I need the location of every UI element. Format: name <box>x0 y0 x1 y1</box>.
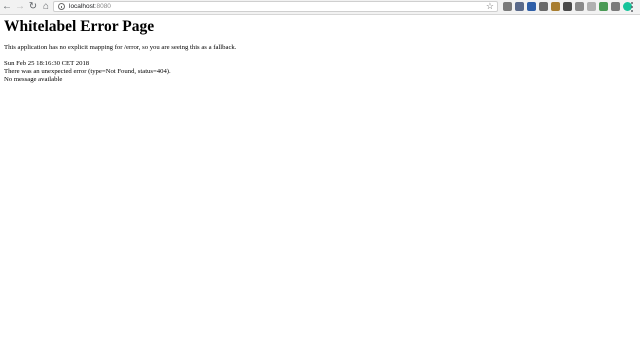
extensions-bar <box>503 2 632 11</box>
error-message: No message available <box>4 76 63 83</box>
page-title: Whitelabel Error Page <box>4 18 155 35</box>
ext-9-icon[interactable] <box>599 2 608 11</box>
ext-5-icon[interactable] <box>551 2 560 11</box>
fallback-message: This application has no explicit mapping… <box>4 44 237 51</box>
home-icon[interactable]: ⌂ <box>40 1 52 13</box>
back-arrow-icon[interactable]: ← <box>1 1 13 13</box>
ext-3-icon[interactable] <box>527 2 536 11</box>
ext-6-icon[interactable] <box>563 2 572 11</box>
ext-7-icon[interactable] <box>575 2 584 11</box>
bookmark-star-icon[interactable]: ☆ <box>486 1 494 12</box>
info-icon[interactable] <box>58 3 65 10</box>
browser-menu-icon[interactable] <box>630 2 633 12</box>
address-bar[interactable]: localhost:8080 ☆ <box>53 1 498 12</box>
forward-arrow-icon[interactable]: → <box>14 1 26 13</box>
error-timestamp: Sun Feb 25 18:16:30 CET 2018 <box>4 60 90 67</box>
ext-8-icon[interactable] <box>587 2 596 11</box>
url-text: localhost:8080 <box>69 3 111 10</box>
url-host: localhost <box>69 3 95 10</box>
browser-toolbar: ← → ↻ ⌂ localhost:8080 ☆ <box>0 0 640 15</box>
error-details: There was an unexpected error (type=Not … <box>4 68 171 75</box>
ext-10-icon[interactable] <box>611 2 620 11</box>
url-port: :8080 <box>94 3 111 10</box>
ext-1-icon[interactable] <box>503 2 512 11</box>
page-content: Whitelabel Error Page This application h… <box>4 17 636 84</box>
reload-icon[interactable]: ↻ <box>27 1 39 13</box>
ext-4-icon[interactable] <box>539 2 548 11</box>
ext-2-icon[interactable] <box>515 2 524 11</box>
